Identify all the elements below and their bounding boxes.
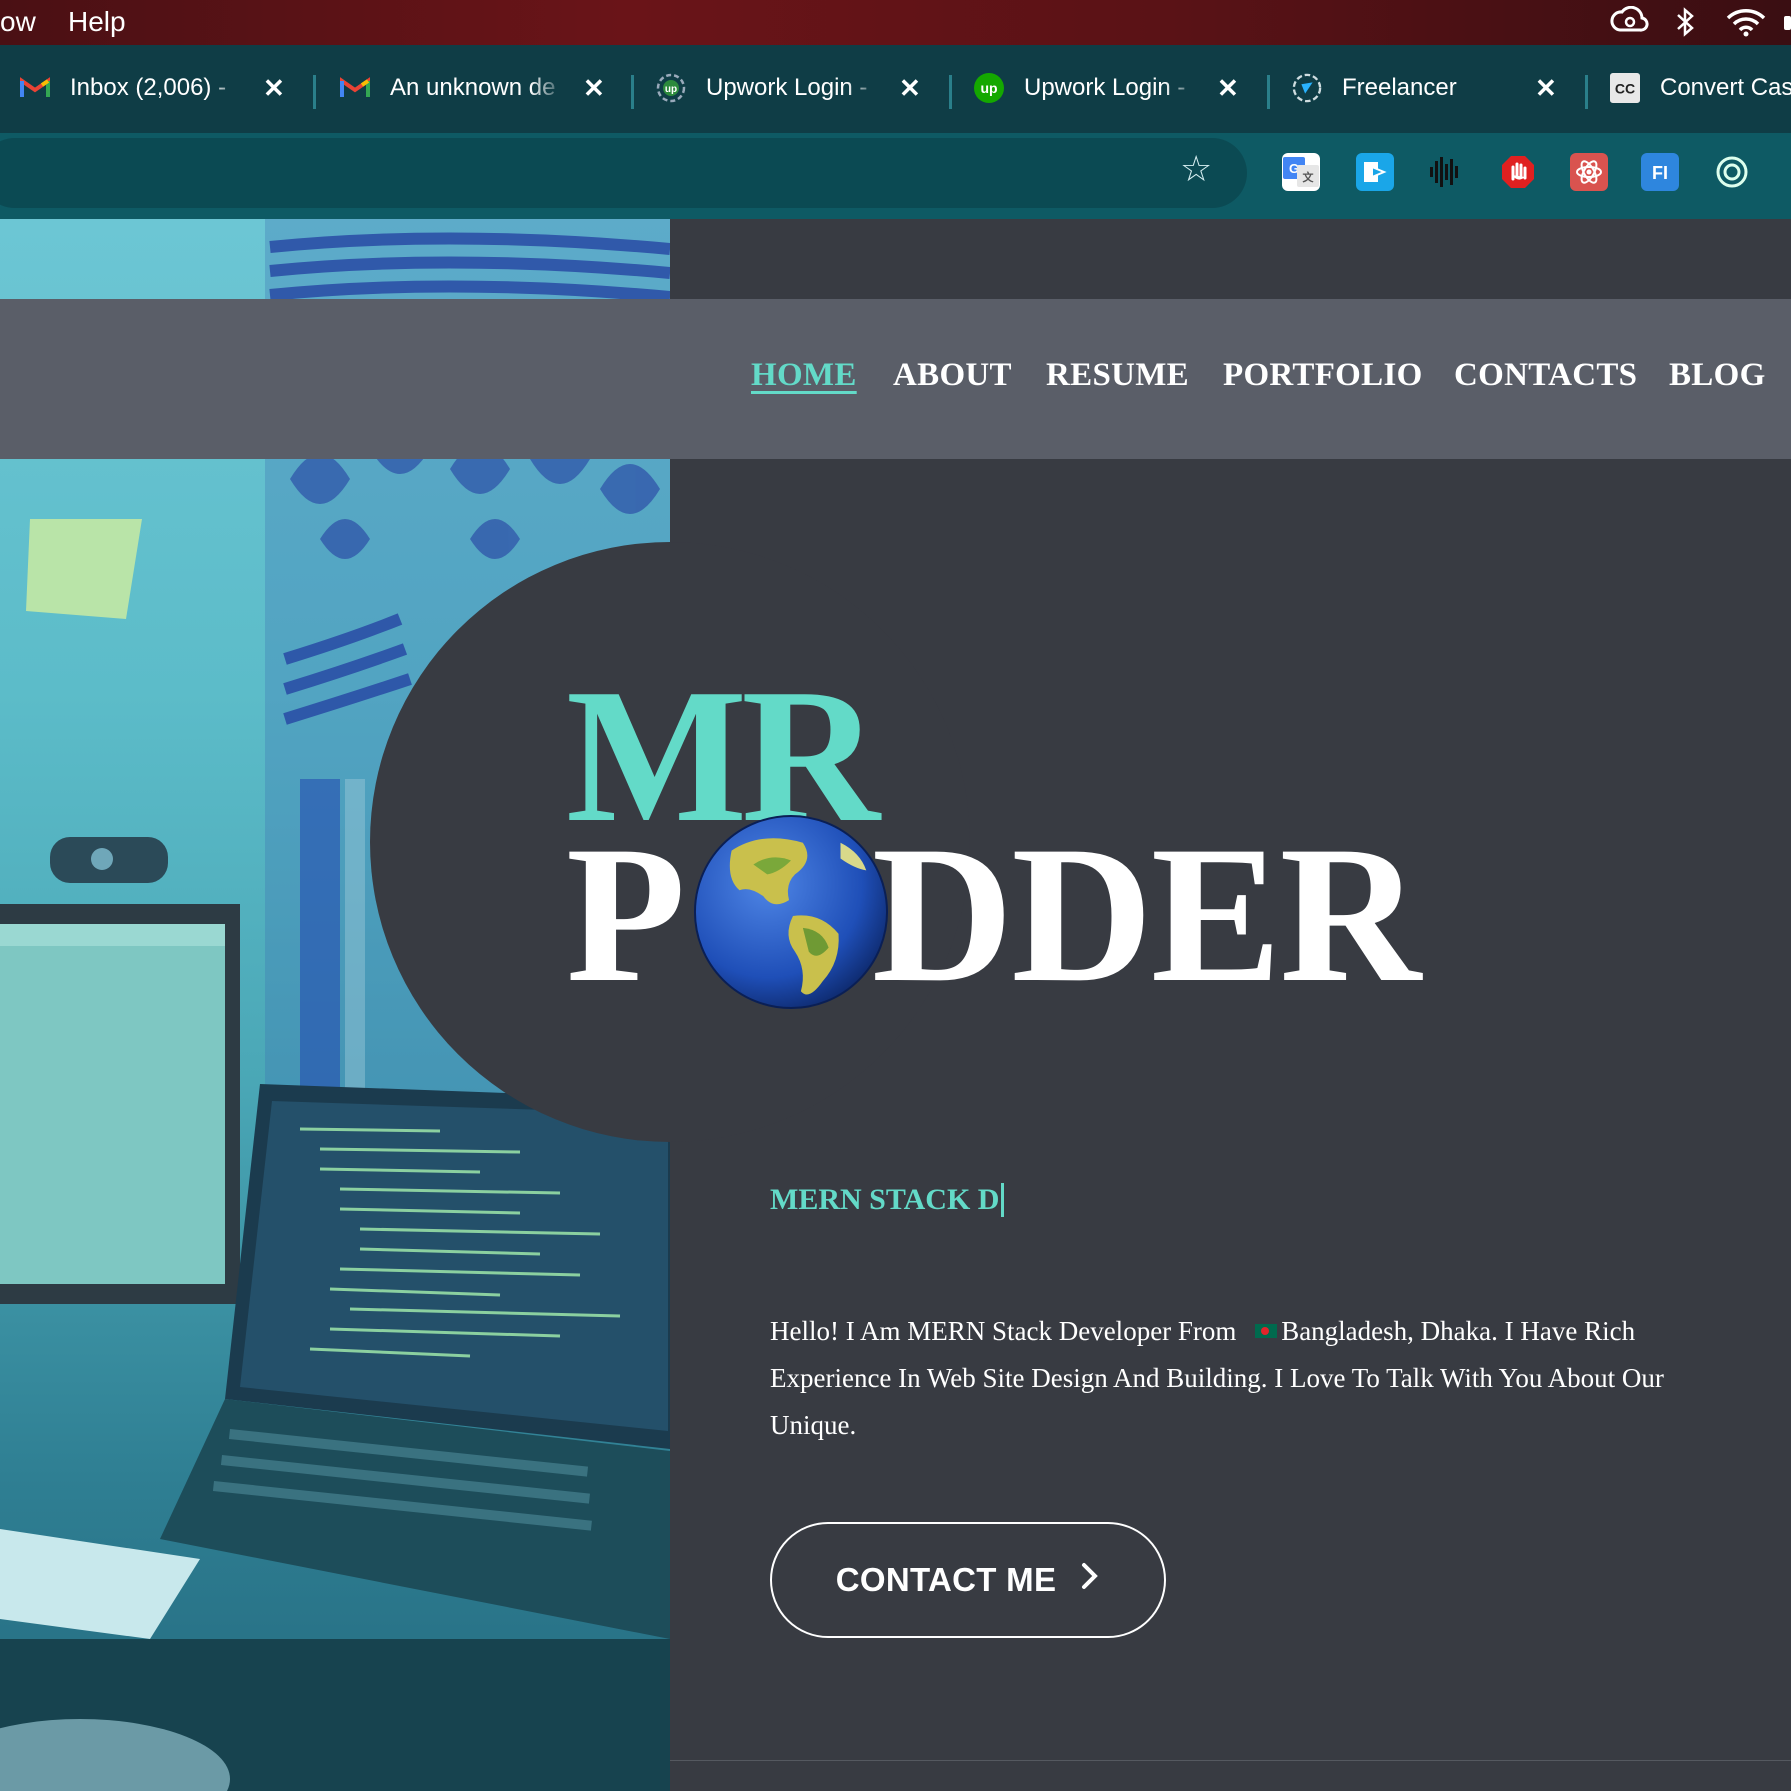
tab-title: Inbox (2,006) -: [70, 74, 227, 101]
role-typing-text: MERN STACK D: [770, 1183, 1005, 1217]
tab-divider: [949, 75, 952, 109]
nav-portfolio[interactable]: PORTFOLIO: [1223, 357, 1423, 394]
web-page: HOME ABOUT RESUME PORTFOLIO CONTACTS BLO…: [0, 219, 1791, 1791]
contact-me-label: CONTACT ME: [835, 1561, 1057, 1598]
bluetooth-icon[interactable]: [1672, 6, 1698, 45]
tab-close-icon[interactable]: ✕: [583, 73, 605, 104]
tab-gmail-inbox[interactable]: Inbox (2,006) - ✕: [0, 59, 300, 117]
tab-title: An unknown de: [390, 74, 556, 101]
browser-toolbar: ☆ G文 FI: [0, 133, 1791, 219]
svg-text:FI: FI: [1652, 163, 1668, 183]
nav-resume[interactable]: RESUME: [1046, 357, 1189, 394]
stop-hand-icon[interactable]: [1499, 153, 1537, 191]
svg-text:up: up: [665, 84, 677, 95]
tab-upwork-login-1[interactable]: up Upwork Login - ✕: [636, 59, 936, 117]
tab-divider: [1585, 75, 1588, 109]
tab-close-icon[interactable]: ✕: [1217, 73, 1239, 104]
tab-freelancer[interactable]: Freelancer ✕: [1272, 59, 1572, 117]
tab-divider: [631, 75, 634, 109]
site-navbar: HOME ABOUT RESUME PORTFOLIO CONTACTS BLO…: [0, 299, 1791, 459]
convert-case-icon: CC: [1610, 73, 1640, 103]
tab-upwork-login-2[interactable]: up Upwork Login - ✕: [954, 59, 1254, 117]
bio-paragraph: Hello! I Am MERN Stack Developer From Ba…: [770, 1308, 1670, 1449]
nav-home[interactable]: HOME: [751, 357, 857, 394]
chevron-right-icon: [1080, 1561, 1100, 1600]
nav-blog[interactable]: BLOG: [1669, 357, 1766, 394]
nav-about[interactable]: ABOUT: [893, 357, 1012, 394]
battery-icon[interactable]: [1784, 6, 1791, 45]
target-extension-icon[interactable]: [1713, 153, 1751, 191]
bangladesh-flag-icon: [1255, 1324, 1278, 1338]
fi-extension-icon[interactable]: FI: [1641, 153, 1679, 191]
logo-letters-dder: DDER: [871, 806, 1421, 1023]
contact-me-button[interactable]: CONTACT ME: [770, 1522, 1166, 1638]
nav-contacts[interactable]: CONTACTS: [1454, 357, 1637, 394]
upwork-outline-icon: up: [656, 73, 686, 103]
menu-help[interactable]: Help: [68, 6, 126, 38]
tab-close-icon[interactable]: ✕: [263, 73, 285, 104]
tab-title: Convert Cas: [1660, 74, 1791, 101]
logo-letter-p: P: [566, 806, 686, 1023]
wifi-icon[interactable]: [1724, 6, 1768, 45]
svg-text:up: up: [980, 80, 997, 96]
tab-close-icon[interactable]: ✕: [1535, 73, 1557, 104]
react-devtools-icon[interactable]: [1570, 153, 1608, 191]
creative-cloud-icon[interactable]: [1610, 5, 1650, 45]
svg-text:CC: CC: [1615, 81, 1635, 97]
tab-divider: [313, 75, 316, 109]
bio-text-start: Hello! I Am MERN Stack Developer From: [770, 1316, 1244, 1346]
tab-divider: [1267, 75, 1270, 109]
tab-title: Freelancer: [1342, 74, 1457, 101]
star-icon[interactable]: ☆: [1180, 151, 1212, 187]
tab-title: Upwork Login -: [1024, 74, 1186, 101]
globe-icon: [693, 814, 889, 1010]
tab-gmail-unknown[interactable]: An unknown de ✕: [320, 59, 620, 117]
tab-close-icon[interactable]: ✕: [899, 73, 921, 104]
gmail-icon: [20, 73, 50, 103]
tab-title: Upwork Login -: [706, 74, 868, 101]
browser-tab-strip: Inbox (2,006) - ✕ An unknown de ✕ up Upw…: [0, 45, 1791, 133]
freelancer-icon: [1292, 73, 1322, 103]
upwork-icon: up: [974, 73, 1004, 103]
audio-bars-icon[interactable]: [1426, 153, 1464, 191]
svg-text:文: 文: [1303, 170, 1315, 184]
google-translate-icon[interactable]: G文: [1282, 153, 1320, 191]
menu-window[interactable]: ow: [0, 6, 36, 38]
gmail-icon: [340, 73, 370, 103]
address-bar[interactable]: [0, 138, 1247, 208]
tab-convert-case[interactable]: CC Convert Cas: [1590, 59, 1791, 117]
section-divider: [670, 1760, 1791, 1761]
send-extension-icon[interactable]: [1356, 153, 1394, 191]
macos-menu-bar: ow Help: [0, 0, 1791, 45]
